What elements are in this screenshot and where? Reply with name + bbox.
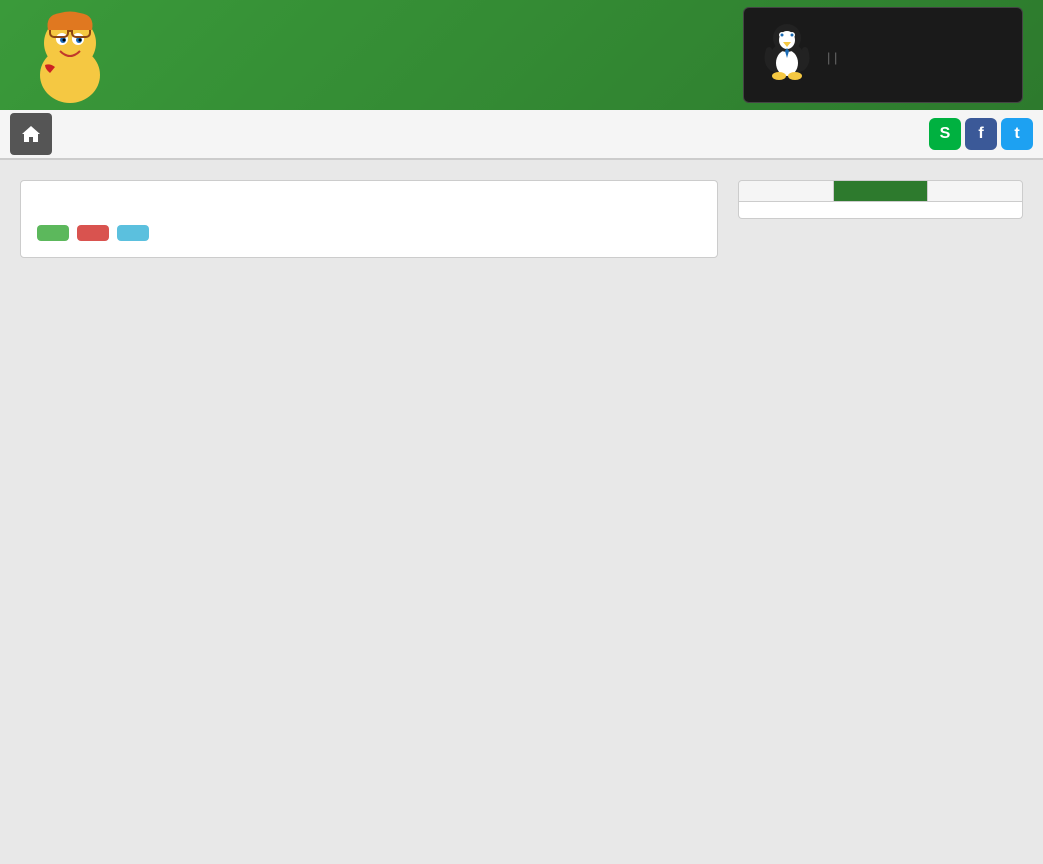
nav-myscores[interactable] [156,109,188,159]
tab-news[interactable] [928,181,1022,201]
stumbleupon-button[interactable]: S [929,118,961,150]
sidebar-panel [738,180,1023,258]
nav-highscores[interactable] [124,109,156,159]
action-buttons [37,225,701,241]
user-box: | | [743,7,1023,103]
nav-recentgames[interactable] [188,109,220,159]
navigation: S f t [0,110,1043,160]
twitter-button[interactable]: t [1001,118,1033,150]
nav-forum[interactable] [252,109,284,159]
facebook-button[interactable]: f [965,118,997,150]
home-button[interactable] [10,113,52,155]
tab-forum[interactable] [739,181,834,201]
penguin-icon [760,20,815,90]
nav-faq[interactable] [92,109,124,159]
save-button[interactable] [37,225,69,241]
user-info: | | [827,46,837,65]
nav-morepuzzles[interactable] [284,109,316,159]
puzzle-panel [20,180,718,258]
tab-bar [738,180,1023,202]
nav-chat[interactable] [220,109,252,159]
undo-button[interactable] [117,225,149,241]
tab-records[interactable] [834,181,929,201]
user-links[interactable]: | | [827,50,837,65]
logo-area [20,5,130,105]
header: | | [0,0,1043,110]
records-list [738,202,1023,219]
logo-character [20,5,120,105]
social-links: S f t [929,118,1033,150]
nav-play[interactable] [60,109,92,159]
main-content [0,160,1043,278]
clear-errors-button[interactable] [77,225,109,241]
